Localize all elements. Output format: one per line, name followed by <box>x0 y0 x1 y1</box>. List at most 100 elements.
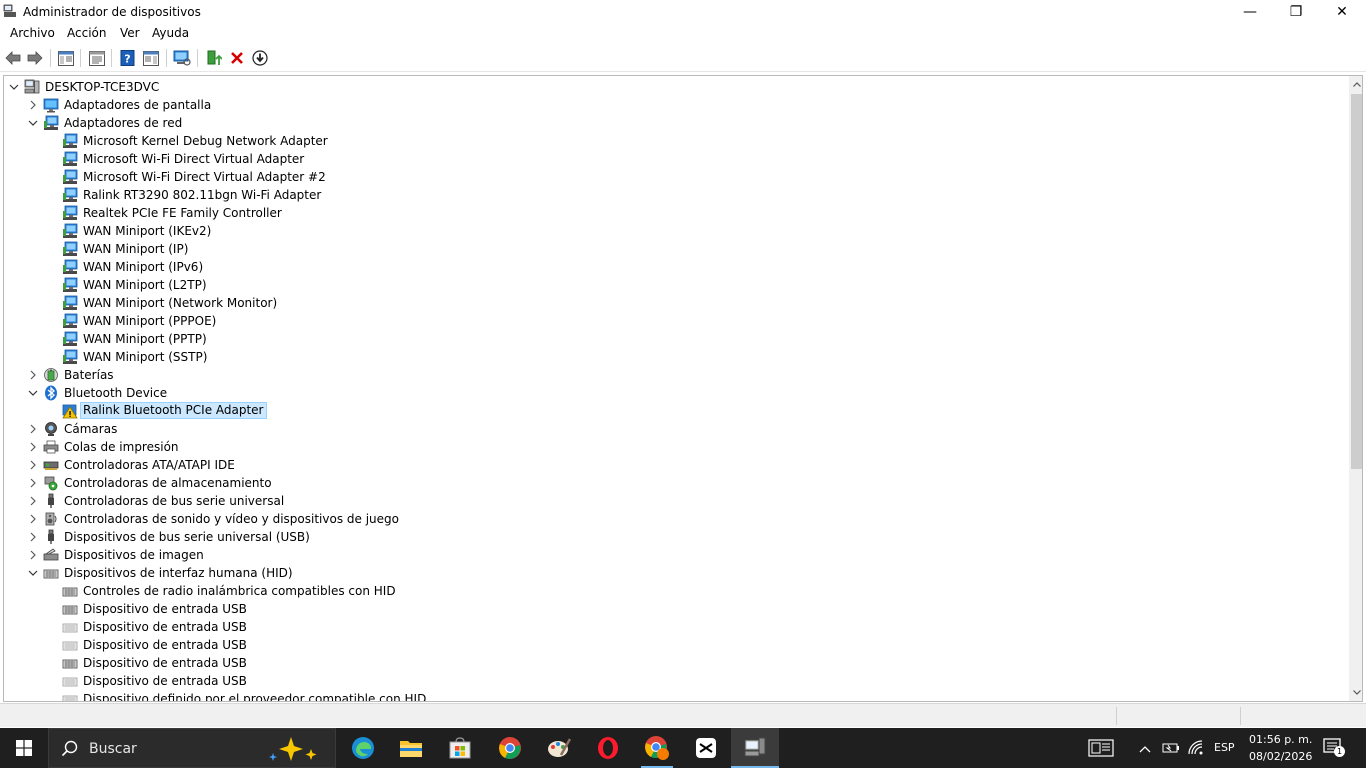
news-widget-button[interactable] <box>1088 739 1114 760</box>
tree-leaf-hid[interactable]: Dispositivo de entrada USB <box>4 672 1347 690</box>
taskbar-chrome[interactable] <box>486 728 534 768</box>
tree-node-label: Cámaras <box>64 422 118 436</box>
start-button[interactable] <box>0 728 48 768</box>
tree-leaf-hid[interactable]: Dispositivo de entrada USB <box>4 636 1347 654</box>
tree-leaf-hid[interactable]: Controles de radio inalámbrica compatibl… <box>4 582 1347 600</box>
clock-time[interactable]: 01:56 p. m. <box>1249 733 1312 746</box>
tree-leaf-hid[interactable]: Dispositivo de entrada USB <box>4 618 1347 636</box>
close-button[interactable]: ✕ <box>1319 0 1365 24</box>
device-tree-panel: DESKTOP-TCE3DVC Adaptadores de pantalla … <box>3 75 1363 702</box>
tree-leaf-network[interactable]: Ralink RT3290 802.11bgn Wi-Fi Adapter <box>4 186 1347 204</box>
taskbar-edge[interactable] <box>339 728 387 768</box>
tree-node-print-queues[interactable]: Colas de impresión <box>4 438 1347 456</box>
clock-date[interactable]: 08/02/2026 <box>1249 750 1312 763</box>
tree-node-batteries[interactable]: Baterías <box>4 366 1347 384</box>
menu-ayuda[interactable]: Ayuda <box>152 26 189 40</box>
tree-leaf-network[interactable]: WAN Miniport (IKEv2) <box>4 222 1347 240</box>
minimize-button[interactable]: — <box>1227 0 1273 24</box>
update-driver-button[interactable] <box>205 49 223 67</box>
tree-leaf-network[interactable]: Realtek PCIe FE Family Controller <box>4 204 1347 222</box>
menu-ver[interactable]: Ver <box>120 26 140 40</box>
tree-node-imaging-devices[interactable]: Dispositivos de imagen <box>4 546 1347 564</box>
show-hidden-icons-button[interactable] <box>1139 742 1151 756</box>
battery-tray-button[interactable] <box>1162 740 1180 759</box>
menu-archivo[interactable]: Archivo <box>10 26 55 40</box>
scroll-up-button[interactable] <box>1349 76 1362 93</box>
tree-node-label: Bluetooth Device <box>64 386 168 400</box>
tree-leaf-network[interactable]: Microsoft Wi-Fi Direct Virtual Adapter <box>4 150 1347 168</box>
chevron-right-icon[interactable] <box>27 369 39 381</box>
chevron-down-icon[interactable] <box>27 387 39 399</box>
tree-leaf-hid[interactable]: Dispositivo de entrada USB <box>4 600 1347 618</box>
taskbar-opera[interactable] <box>584 728 632 768</box>
taskbar-paint[interactable] <box>535 728 583 768</box>
language-indicator[interactable]: ESP <box>1214 741 1235 754</box>
taskbar-device-manager[interactable] <box>731 728 779 768</box>
taskbar-capcut[interactable] <box>682 728 730 768</box>
chevron-right-icon[interactable] <box>27 495 39 507</box>
chevron-right-icon[interactable] <box>27 549 39 561</box>
device-manager-app-icon <box>3 4 16 17</box>
tree-leaf-network[interactable]: Microsoft Wi-Fi Direct Virtual Adapter #… <box>4 168 1347 186</box>
chevron-down-icon[interactable] <box>8 81 20 93</box>
scan-hardware-changes-button[interactable] <box>173 49 191 67</box>
back-arrow-icon <box>5 51 21 65</box>
tree-leaf-network[interactable]: Microsoft Kernel Debug Network Adapter <box>4 132 1347 150</box>
properties-button[interactable] <box>88 49 106 67</box>
tree-leaf-hid[interactable]: Dispositivo definido por el proveedor co… <box>4 690 1347 701</box>
update-driver-icon <box>207 50 222 65</box>
tree-node-root[interactable]: DESKTOP-TCE3DVC <box>4 78 1347 96</box>
back-button[interactable] <box>4 49 22 67</box>
chevron-right-icon[interactable] <box>27 441 39 453</box>
network-adapter-icon <box>62 313 78 329</box>
tree-node-display-adapters[interactable]: Adaptadores de pantalla <box>4 96 1347 114</box>
store-icon <box>449 737 471 759</box>
tree-node-usb-devices[interactable]: Dispositivos de bus serie universal (USB… <box>4 528 1347 546</box>
tree-node-cameras[interactable]: Cámaras <box>4 420 1347 438</box>
download-button[interactable] <box>251 49 269 67</box>
chevron-right-icon[interactable] <box>27 459 39 471</box>
chevron-right-icon[interactable] <box>27 423 39 435</box>
taskbar-file-explorer[interactable] <box>387 728 435 768</box>
taskbar-store[interactable] <box>436 728 484 768</box>
tree-leaf-hid[interactable]: Dispositivo de entrada USB <box>4 654 1347 672</box>
tree-leaf-bluetooth-selected[interactable]: Ralink Bluetooth PCIe Adapter <box>4 402 1347 420</box>
chevron-right-icon[interactable] <box>27 99 39 111</box>
tree-node-sound-controllers[interactable]: Controladoras de sonido y vídeo y dispos… <box>4 510 1347 528</box>
chevron-down-icon[interactable] <box>27 567 39 579</box>
forward-button[interactable] <box>26 49 44 67</box>
action-pane-button[interactable] <box>142 49 160 67</box>
tree-node-network-adapters[interactable]: Adaptadores de red <box>4 114 1347 132</box>
hid-keyboard-icon <box>62 601 78 617</box>
maximize-button[interactable]: ❐ <box>1273 0 1319 24</box>
tree-node-bluetooth[interactable]: Bluetooth Device <box>4 384 1347 402</box>
scroll-down-button[interactable] <box>1349 684 1362 701</box>
tree-node-storage-controllers[interactable]: Controladoras de almacenamiento <box>4 474 1347 492</box>
taskbar-search-box[interactable]: Buscar <box>48 728 336 768</box>
tree-leaf-network[interactable]: WAN Miniport (Network Monitor) <box>4 294 1347 312</box>
tree-leaf-network[interactable]: WAN Miniport (IP) <box>4 240 1347 258</box>
ata-controller-icon <box>43 457 59 473</box>
tree-node-hid[interactable]: Dispositivos de interfaz humana (HID) <box>4 564 1347 582</box>
uninstall-device-button[interactable] <box>228 49 246 67</box>
chevron-right-icon[interactable] <box>27 531 39 543</box>
tree-leaf-network[interactable]: WAN Miniport (PPTP) <box>4 330 1347 348</box>
help-button[interactable]: ? <box>119 49 137 67</box>
taskbar-chrome-profile[interactable] <box>633 728 681 768</box>
chevron-down-icon[interactable] <box>27 117 39 129</box>
tree-leaf-network[interactable]: WAN Miniport (L2TP) <box>4 276 1347 294</box>
device-tree[interactable]: DESKTOP-TCE3DVC Adaptadores de pantalla … <box>4 76 1347 701</box>
tree-node-usb-controllers[interactable]: Controladoras de bus serie universal <box>4 492 1347 510</box>
tree-node-ata-controllers[interactable]: Controladoras ATA/ATAPI IDE <box>4 456 1347 474</box>
tree-leaf-network[interactable]: WAN Miniport (PPPOE) <box>4 312 1347 330</box>
tree-leaf-network[interactable]: WAN Miniport (SSTP) <box>4 348 1347 366</box>
show-hide-console-tree-button[interactable] <box>57 49 75 67</box>
tree-leaf-network[interactable]: WAN Miniport (IPv6) <box>4 258 1347 276</box>
menu-accion[interactable]: Acción <box>67 26 106 40</box>
chevron-right-icon[interactable] <box>27 513 39 525</box>
vertical-scrollbar[interactable] <box>1349 76 1362 701</box>
notification-center-button[interactable]: 1 <box>1323 737 1345 759</box>
scroll-thumb[interactable] <box>1351 94 1362 469</box>
wifi-tray-button[interactable] <box>1188 740 1204 759</box>
chevron-right-icon[interactable] <box>27 477 39 489</box>
